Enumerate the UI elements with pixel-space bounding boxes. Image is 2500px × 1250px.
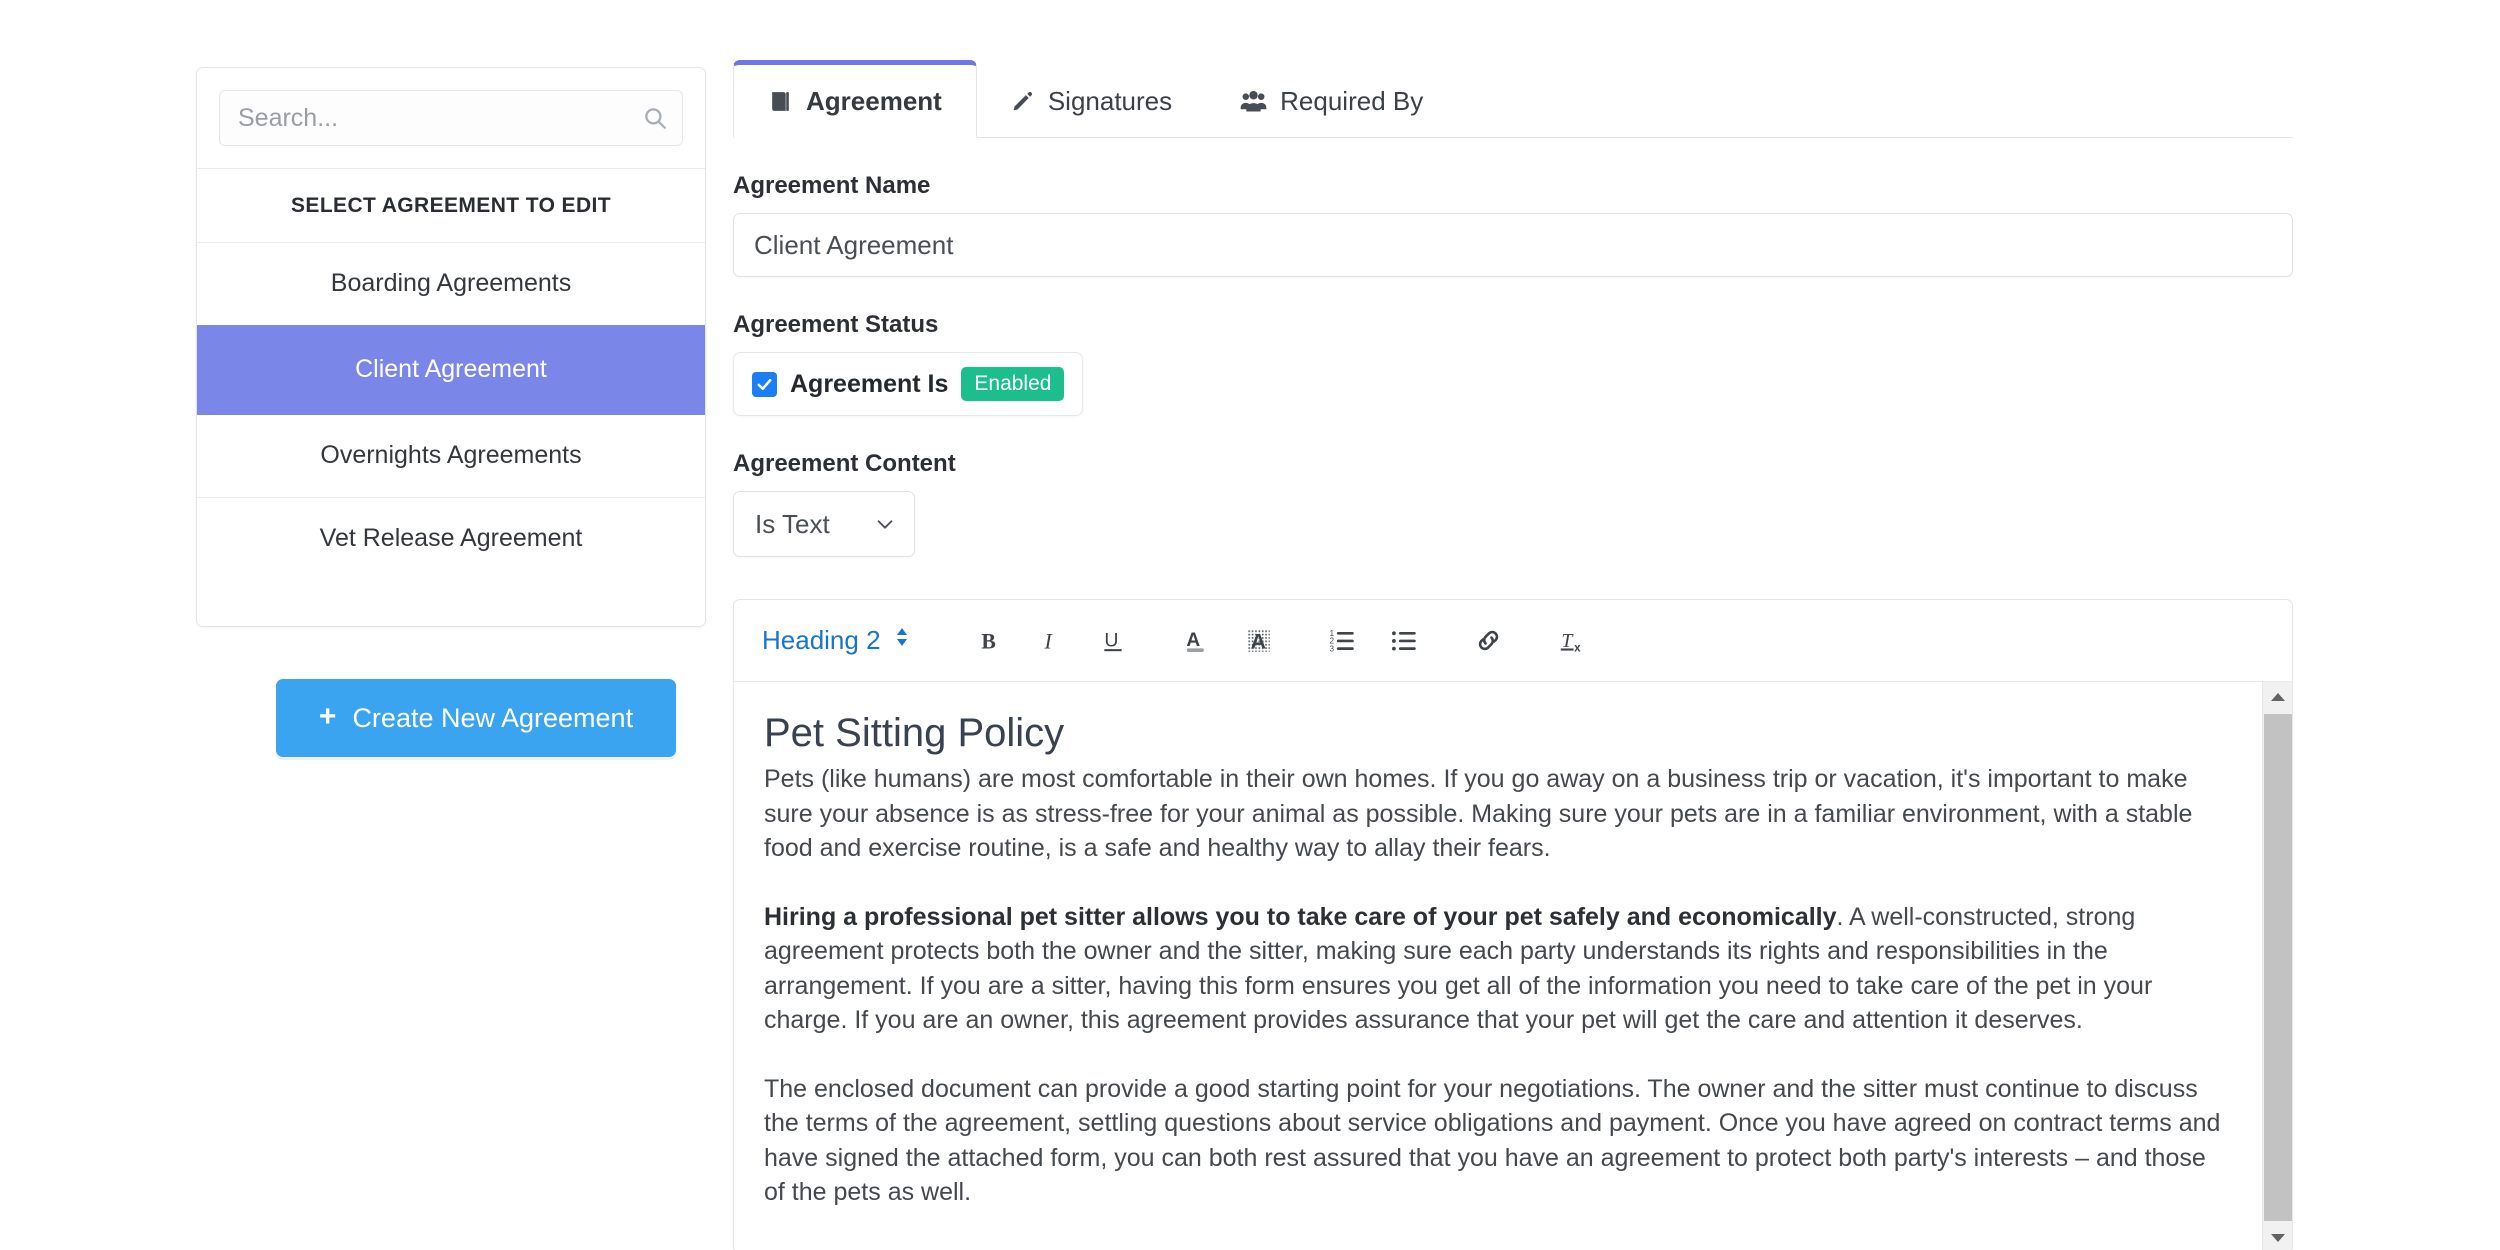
document-paragraph-2-bold: Hiring a professional pet sitter allows …	[764, 902, 1837, 931]
agreement-name-input[interactable]	[733, 213, 2293, 277]
bold-icon[interactable]: B	[958, 613, 1020, 669]
scroll-up-icon[interactable]	[2263, 682, 2293, 712]
underline-icon[interactable]: U	[1082, 613, 1144, 669]
scroll-down-icon[interactable]	[2263, 1223, 2293, 1250]
agreement-editor-page: SELECT AGREEMENT TO EDIT Boarding Agreem…	[0, 0, 2500, 1250]
svg-text:3: 3	[1330, 644, 1335, 653]
heading-style-label: Heading 2	[762, 625, 881, 655]
agreement-list-panel: SELECT AGREEMENT TO EDIT Boarding Agreem…	[196, 67, 706, 757]
link-icon[interactable]	[1458, 613, 1520, 669]
svg-text:x: x	[1574, 641, 1581, 654]
create-new-agreement-button[interactable]: + Create New Agreement	[276, 679, 676, 757]
users-icon	[1240, 89, 1267, 113]
document-content[interactable]: Pet Sitting Policy Pets (like humans) ar…	[734, 682, 2262, 1250]
list-item-boarding-agreements[interactable]: Boarding Agreements	[197, 243, 705, 325]
agreement-status-label: Agreement Status	[733, 311, 939, 338]
list-item-overnights-agreements[interactable]: Overnights Agreements	[197, 415, 705, 497]
ordered-list-icon[interactable]: 1 2 3	[1312, 613, 1374, 669]
document-paragraph-2: Hiring a professional pet sitter allows …	[764, 900, 2232, 1038]
agreement-detail-panel: Agreement Signatures Required By Agreeme…	[733, 58, 2293, 1250]
tab-required-by-label: Required By	[1280, 85, 1424, 116]
search-input[interactable]	[220, 103, 636, 133]
highlight-icon[interactable]: A	[1228, 613, 1290, 669]
search-box[interactable]	[219, 90, 683, 146]
editor-body: Pet Sitting Policy Pets (like humans) ar…	[734, 682, 2292, 1250]
status-badge: Enabled	[961, 367, 1065, 401]
agreement-content-select-value: Is Text	[755, 508, 830, 539]
svg-text:A: A	[1186, 630, 1200, 651]
updown-chevron-icon	[894, 625, 910, 656]
agreement-content-label: Agreement Content	[733, 450, 956, 477]
list-item-client-agreement[interactable]: Client Agreement	[197, 325, 705, 415]
agreement-enabled-checkbox[interactable]	[752, 371, 777, 397]
svg-text:A: A	[1251, 629, 1266, 653]
scrollbar-thumb[interactable]	[2263, 714, 2292, 1221]
rich-text-editor: Heading 2 B I U A A 1 2 3 T x Pet Sittin…	[733, 599, 2293, 1250]
svg-text:B: B	[981, 629, 995, 653]
search-container	[197, 68, 705, 168]
editor-toolbar: Heading 2 B I U A A 1 2 3 T x	[734, 600, 2292, 682]
tab-bar: Agreement Signatures Required By	[733, 58, 2293, 138]
search-icon[interactable]	[636, 105, 682, 131]
book-icon	[768, 89, 793, 114]
italic-icon[interactable]: I	[1020, 613, 1082, 669]
unordered-list-icon[interactable]	[1374, 613, 1436, 669]
plus-icon: +	[318, 700, 337, 733]
list-item-vet-release-agreement[interactable]: Vet Release Agreement	[197, 498, 705, 580]
chevron-down-icon	[874, 513, 914, 535]
agreement-content-field: Agreement Content Is Text	[733, 450, 2293, 557]
tab-signatures[interactable]: Signatures	[977, 65, 1206, 137]
tab-agreement[interactable]: Agreement	[733, 60, 977, 138]
tab-agreement-label: Agreement	[806, 85, 942, 116]
tab-required-by[interactable]: Required By	[1206, 65, 1457, 137]
agreement-list-card: SELECT AGREEMENT TO EDIT Boarding Agreem…	[196, 67, 706, 627]
svg-text:I: I	[1043, 629, 1053, 653]
text-color-icon[interactable]: A	[1166, 613, 1228, 669]
svg-text:U: U	[1104, 629, 1118, 651]
scrollbar-track[interactable]	[2263, 712, 2293, 1223]
agreement-content-select[interactable]: Is Text	[733, 491, 915, 557]
document-paragraph-1: Pets (like humans) are most comfortable …	[764, 765, 2193, 862]
remove-format-icon[interactable]: T x	[1542, 613, 1604, 669]
document-paragraph-3: The enclosed document can provide a good…	[764, 1074, 2221, 1207]
list-heading: SELECT AGREEMENT TO EDIT	[291, 194, 611, 217]
heading-style-selector[interactable]: Heading 2	[762, 625, 910, 656]
agreement-status-field: Agreement Status Agreement Is Enabled	[733, 311, 2293, 416]
document-heading: Pet Sitting Policy	[764, 711, 1065, 755]
tab-signatures-label: Signatures	[1047, 85, 1173, 116]
agreement-status-box: Agreement Is Enabled	[733, 352, 1084, 416]
pencil-icon	[1011, 89, 1035, 113]
agreement-name-label: Agreement Name	[733, 172, 931, 199]
create-new-agreement-label: Create New Agreement	[352, 702, 634, 733]
list-bottom-spacer	[197, 580, 705, 626]
agreement-name-field: Agreement Name	[733, 172, 2293, 277]
editor-scrollbar[interactable]	[2262, 682, 2292, 1250]
agreement-status-text: Agreement Is	[790, 369, 949, 398]
